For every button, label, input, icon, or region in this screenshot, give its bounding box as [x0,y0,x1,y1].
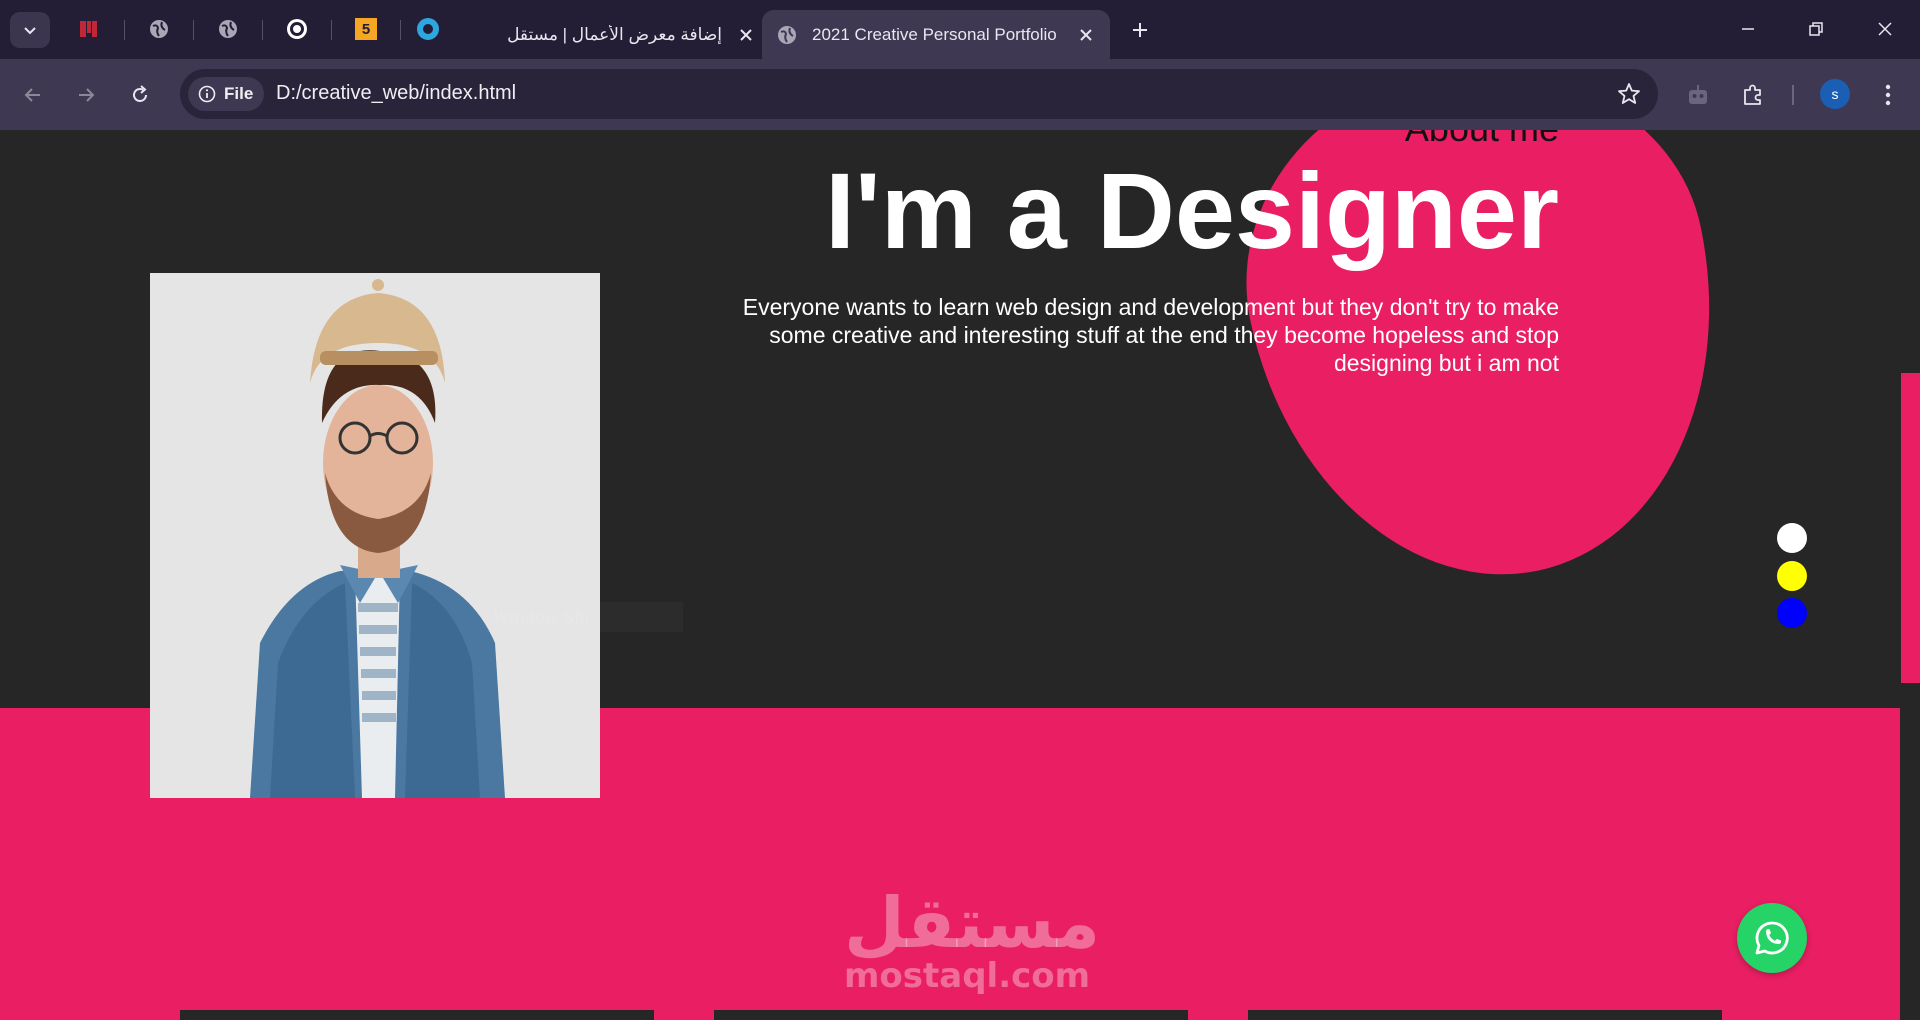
watermark-arabic: مستقل [844,882,1101,964]
tab-separator [400,20,401,40]
minimize-icon [1742,28,1754,30]
tab-strip: 5 إضافة معرض الأعمال | مستقل 2021 Creati… [0,0,1920,59]
designer-portrait-image [150,273,600,798]
pinned-tab-globe-2[interactable] [215,16,241,42]
address-bar[interactable]: File D:/creative_web/index.html [180,69,1658,119]
globe-icon [219,20,237,38]
tab-separator [262,20,263,40]
robot-icon [1689,85,1707,104]
theme-color-yellow[interactable] [1777,561,1807,591]
tab-search-button[interactable] [10,12,50,48]
faint-overlay-text: Window Shi [487,602,683,632]
menu-button[interactable] [1870,77,1906,113]
tab-separator [331,20,332,40]
tab-title: إضافة معرض الأعمال | مستقل [507,24,722,44]
more-vertical-icon [1885,84,1891,106]
tab-close-button[interactable] [732,21,760,49]
close-window-button[interactable] [1862,10,1908,48]
five-favicon-icon: 5 [355,18,377,40]
chevron-down-icon [24,27,36,35]
extension-robot-button[interactable] [1680,77,1716,113]
reload-icon [133,85,147,102]
pinned-tab-tm[interactable] [76,16,102,42]
tab-separator [124,20,125,40]
whatsapp-button[interactable] [1737,903,1807,973]
web-page: About me I'm a Designer Everyone wants t… [0,130,1920,1020]
card [1248,1010,1722,1020]
section-label: About me [1405,130,1559,150]
globe-icon [150,20,168,38]
site-info-chip[interactable]: File [188,77,264,111]
whatsapp-icon [1755,921,1789,955]
tab-separator [193,20,194,40]
page-headline: I'm a Designer [825,150,1559,271]
scheme-label: File [224,84,254,103]
scrollbar-thumb[interactable] [1901,373,1920,683]
new-tab-button[interactable] [1124,14,1156,46]
tab-mostaql[interactable]: إضافة معرض الأعمال | مستقل [470,10,760,59]
target-favicon-icon [287,19,307,39]
tab-portfolio[interactable]: 2021 Creative Personal Portfolio [762,10,1110,59]
theme-color-white[interactable] [1777,523,1807,553]
tab-close-button[interactable] [1072,21,1100,49]
extensions-button[interactable] [1735,77,1771,113]
profile-avatar[interactable]: s [1820,79,1850,109]
close-icon [740,28,752,41]
restore-button[interactable] [1793,10,1839,48]
pinned-tab-globe-1[interactable] [146,16,172,42]
card [714,1010,1188,1020]
url-text[interactable]: D:/creative_web/index.html [276,82,516,105]
minimize-button[interactable] [1725,10,1771,48]
plus-icon [1133,23,1147,37]
arrow-left-icon [24,88,40,102]
mostaql-watermark: مستقل mostaql.com [844,882,1101,996]
restore-icon [1809,22,1823,36]
tab-title: 2021 Creative Personal Portfolio [812,24,1057,44]
circle-favicon-icon [417,18,439,40]
back-button[interactable] [15,77,51,113]
pinned-tab-target[interactable] [284,16,310,42]
star-icon [1618,83,1640,104]
close-icon [1878,22,1892,36]
profile-photo [150,273,600,798]
arrow-right-icon [79,88,95,102]
toolbar-divider [1792,85,1794,105]
bookmark-button[interactable] [1616,81,1642,107]
theme-color-blue[interactable] [1777,598,1807,628]
puzzle-icon [1744,84,1761,105]
globe-icon [778,25,796,44]
watermark-latin: mostaql.com [844,956,1091,996]
pinned-tab-five[interactable]: 5 [353,16,379,42]
tm-favicon-icon [80,21,97,37]
reload-button[interactable] [122,77,158,113]
browser-toolbar: File D:/creative_web/index.html s [0,59,1920,130]
close-icon [1080,28,1092,41]
pinned-tab-circle[interactable] [415,16,441,42]
forward-button[interactable] [68,77,104,113]
intro-paragraph: Everyone wants to learn web design and d… [742,294,1559,376]
card [180,1010,654,1020]
info-icon [198,85,216,103]
